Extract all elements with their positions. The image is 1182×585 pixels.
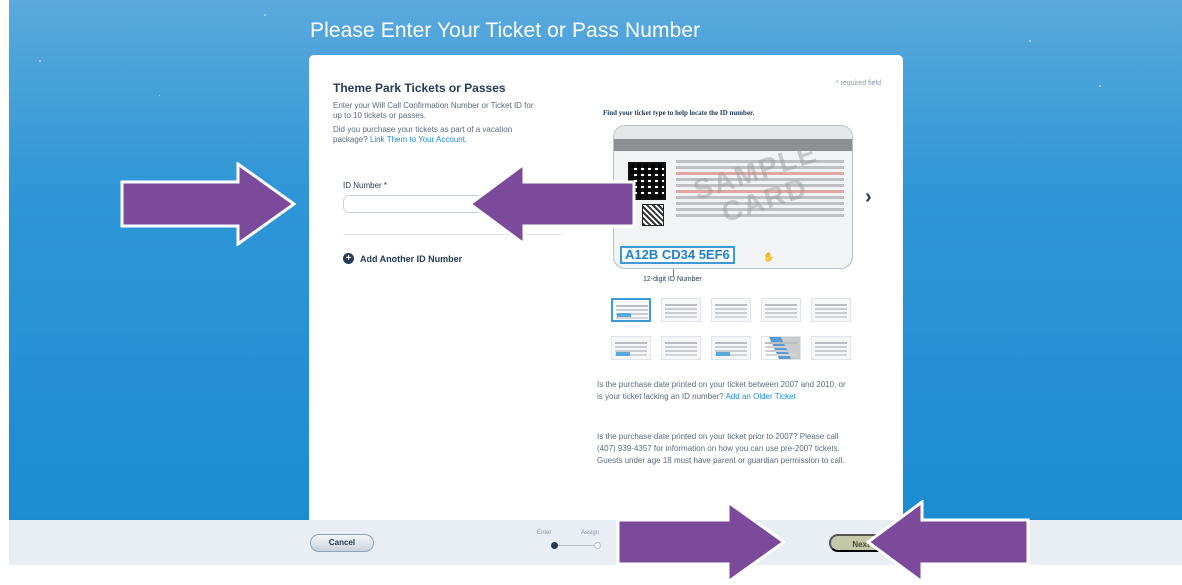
ticket-thumbnail[interactable] [711, 298, 751, 322]
ticket-thumbnail[interactable] [811, 336, 851, 360]
fingerprint-icon: ✋ [763, 252, 775, 262]
ticket-thumbnail[interactable] [711, 336, 751, 360]
step-connector [558, 545, 594, 546]
sparkle [1099, 85, 1101, 87]
chevron-right-icon[interactable]: › [865, 186, 872, 209]
ticket-thumbnail[interactable] [611, 298, 651, 322]
plus-circle-icon: + [343, 253, 354, 264]
ticket-thumbnail[interactable] [661, 298, 701, 322]
id-callout-label: 12-digit ID Number [643, 276, 702, 283]
older-ticket-info: Is the purchase date printed on your tic… [597, 379, 849, 403]
vacation-package-question: Did you purchase your tickets as part of… [333, 125, 513, 144]
step-label-assign: Assign [581, 530, 600, 536]
section-title: Theme Park Tickets or Passes [333, 81, 506, 95]
ticket-thumbnail[interactable] [661, 336, 701, 360]
qr-code-small [642, 204, 664, 226]
sparkle [39, 60, 41, 62]
ticket-thumbnail[interactable] [811, 298, 851, 322]
arrow-right-icon [120, 162, 296, 246]
ticket-entry-card: Theme Park Tickets or Passes * required … [309, 55, 903, 525]
add-older-ticket-link[interactable]: Add an Older Ticket [726, 392, 796, 401]
step-indicator [594, 542, 601, 549]
sample-ticket-id: A12B CD34 5EF6 [620, 246, 735, 264]
ticket-thumbnail[interactable] [611, 336, 651, 360]
id-number-label: ID Number * [343, 181, 388, 190]
cancel-button[interactable]: Cancel [310, 534, 374, 552]
ticket-thumbnail[interactable] [761, 298, 801, 322]
arrow-right-icon [616, 500, 786, 584]
step-label-enter: Enter [537, 530, 552, 536]
arrow-left-icon [866, 500, 1030, 584]
older-ticket-question: Is the purchase date printed on your tic… [597, 380, 846, 401]
ticket-fine-print [614, 126, 852, 139]
ticket-type-thumbnails [611, 298, 851, 360]
pre-2007-info: Is the purchase date printed on your tic… [597, 432, 845, 465]
find-ticket-title: Find your ticket type to help locate the… [603, 109, 755, 117]
intro-text: Enter your Will Call Confirmation Number… [333, 101, 543, 149]
sparkle [264, 14, 266, 16]
required-field-note: * required field [835, 80, 881, 87]
page-title: Please Enter Your Ticket or Pass Number [310, 19, 701, 42]
link-account-link[interactable]: Link Them to Your Account. [370, 135, 467, 144]
sample-ticket-image: SAMPLE CARD A12B CD34 5EF6 ✋ [613, 125, 853, 269]
add-another-id-button[interactable]: + Add Another ID Number [343, 253, 462, 264]
sparkle [159, 95, 160, 96]
callout-line [673, 269, 674, 276]
step-indicator-active [551, 542, 558, 549]
intro-instructions: Enter your Will Call Confirmation Number… [333, 101, 534, 120]
add-another-id-label: Add Another ID Number [360, 253, 463, 264]
sparkle [1029, 40, 1031, 42]
background-panel: Please Enter Your Ticket or Pass Number … [9, 0, 1182, 565]
ticket-thumbnail[interactable] [761, 336, 801, 360]
arrow-left-icon [468, 162, 636, 246]
